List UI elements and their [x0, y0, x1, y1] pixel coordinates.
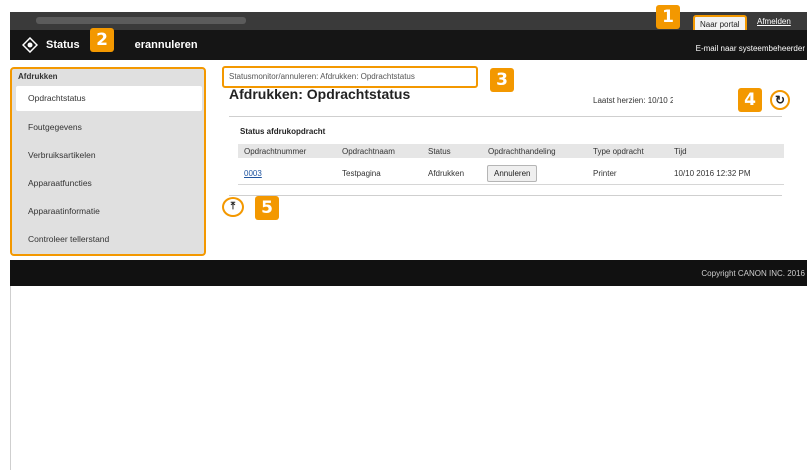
- sidebar-menu: Afdrukken Opdrachtstatus Foutgegevens Ve…: [10, 67, 206, 256]
- canon-logo-icon: [22, 37, 38, 53]
- job-number-link[interactable]: 0003: [244, 169, 262, 178]
- divider: [229, 116, 782, 117]
- logout-link[interactable]: Afmelden: [757, 17, 791, 26]
- callout-badge-3: 3: [490, 68, 514, 92]
- sidebar-item-apparaatinformatie[interactable]: Apparaatinformatie: [16, 199, 202, 224]
- title-bar: Status erannuleren E-mail naar systeembe…: [10, 30, 807, 60]
- job-status: Afdrukken: [428, 169, 465, 178]
- callout-badge-2: 2: [90, 28, 114, 52]
- footer: Copyright CANON INC. 2016: [10, 260, 807, 286]
- page-title: Afdrukken: Opdrachtstatus: [229, 86, 411, 102]
- job-type: Printer: [593, 169, 617, 178]
- sidebar-item-controleer-tellerstand[interactable]: Controleer tellerstand: [16, 227, 202, 252]
- refresh-button[interactable]: ↻: [770, 90, 790, 110]
- sidebar-item-opdrachtstatus[interactable]: Opdrachtstatus: [16, 86, 202, 111]
- column-header: Status: [428, 147, 451, 156]
- column-header: Type opdracht: [593, 147, 644, 156]
- sidebar-item-apparaatfuncties[interactable]: Apparaatfuncties: [16, 171, 202, 196]
- system-admin-link[interactable]: E-mail naar systeembeheerder: [696, 44, 805, 53]
- row-divider: [238, 184, 784, 185]
- top-bar: Naar portal Afmelden: [10, 12, 807, 34]
- job-time: 10/10 2016 12:32 PM: [674, 169, 751, 178]
- copyright-text: Copyright CANON INC. 2016: [701, 269, 805, 278]
- cancel-button[interactable]: Annuleren: [487, 165, 538, 182]
- callout-badge-1: 1: [656, 5, 680, 29]
- job-name: Testpagina: [342, 169, 381, 178]
- column-header: Opdrachthandeling: [488, 147, 556, 156]
- column-header: Opdrachtnaam: [342, 147, 395, 156]
- go-to-top-icon: ⤒: [230, 201, 236, 212]
- go-to-top-button[interactable]: ⤒: [222, 197, 244, 217]
- callout-badge-5: 5: [255, 196, 279, 220]
- divider: [229, 195, 782, 196]
- table-header: Opdrachtnummer Opdrachtnaam Status Opdra…: [238, 144, 784, 158]
- page: Naar portal Afmelden Status erannuleren …: [0, 0, 807, 470]
- callout-badge-4: 4: [738, 88, 762, 112]
- section-title: Status afdrukopdracht: [240, 127, 326, 136]
- page-left-border: [10, 286, 11, 470]
- column-header: Opdrachtnummer: [244, 147, 307, 156]
- last-update-text: Laatst herzien: 10/10 201: [593, 96, 673, 105]
- breadcrumb: Statusmonitor/annuleren: Afdrukken: Opdr…: [222, 66, 478, 88]
- sidebar-item-verbruiksartikelen[interactable]: Verbruiksartikelen: [16, 143, 202, 168]
- app-title: Status erannuleren: [46, 39, 198, 51]
- column-header: Tijd: [674, 147, 687, 156]
- refresh-icon: ↻: [774, 93, 786, 107]
- sidebar-item-foutgegevens[interactable]: Foutgegevens: [16, 115, 202, 140]
- blurred-device-name: [36, 17, 246, 24]
- sidebar-title: Afdrukken: [18, 72, 58, 81]
